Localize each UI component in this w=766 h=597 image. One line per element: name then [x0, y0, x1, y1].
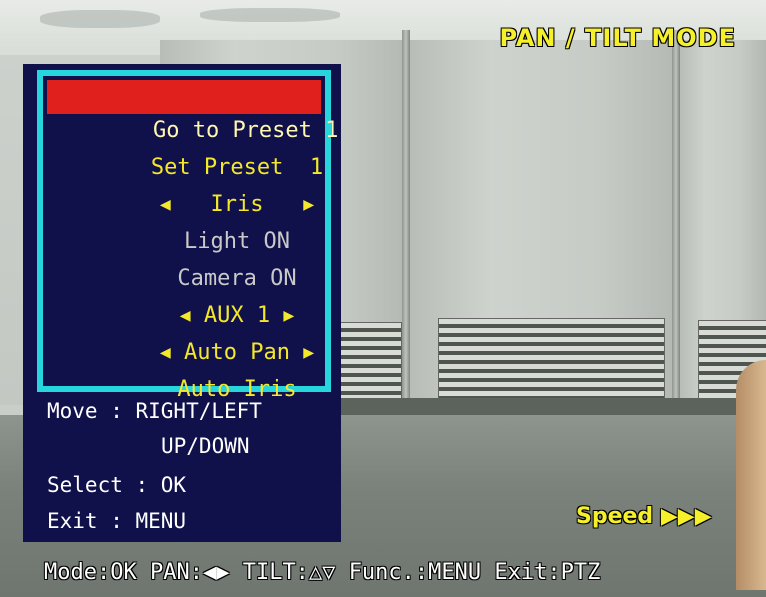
menu-item-camera[interactable]: Camera ON — [43, 228, 325, 291]
door-edge — [736, 360, 766, 590]
ceiling-light — [40, 10, 160, 28]
camera-view: PAN / TILT MODE Go to Preset 1 Set Prese… — [0, 0, 766, 597]
wall-vent — [438, 318, 665, 400]
menu-item-aux[interactable]: ◀ AUX 1 ▶ — [43, 265, 325, 328]
menu-item-set-preset[interactable]: Set Preset 1 — [43, 117, 325, 180]
ceiling-light — [200, 8, 340, 22]
menu-item-iris[interactable]: ◀ Iris ▶ — [43, 154, 325, 217]
partition-post — [672, 30, 680, 420]
status-bar: Mode:OK PAN:◀▶ TILT:△▽ Func.:MENU Exit:P… — [44, 560, 600, 585]
tilt-arrows-icon: △▽ — [308, 560, 336, 585]
speed-arrows-icon: ▶▶▶ — [660, 504, 712, 529]
partition-post — [402, 30, 410, 420]
status-func: Func.:MENU — [348, 560, 482, 585]
menu-item-go-to-preset[interactable]: Go to Preset 1 — [47, 80, 338, 143]
help-move: Move : RIGHT/LEFT — [47, 399, 262, 423]
status-exit: Exit:PTZ — [494, 560, 601, 585]
ptz-menu-panel: Go to Preset 1 Set Preset 1 ◀ Iris ▶ Lig… — [23, 64, 341, 542]
wall-vent — [340, 322, 402, 404]
help-exit: Exit : MENU — [47, 509, 187, 533]
mode-title: PAN / TILT MODE — [499, 24, 736, 52]
menu-item-light[interactable]: Light ON — [43, 191, 325, 254]
help-select: Select : OK — [47, 473, 187, 497]
menu-frame: Go to Preset 1 Set Preset 1 ◀ Iris ▶ Lig… — [37, 70, 338, 402]
status-tilt-label: TILT: — [242, 560, 309, 585]
menu-item-auto-iris[interactable]: Auto Iris — [43, 339, 325, 402]
help-move-updown: UP/DOWN — [161, 434, 250, 458]
menu-item-auto-pan[interactable]: ◀ Auto Pan ▶ — [43, 302, 325, 365]
status-mode: Mode:OK — [44, 560, 137, 585]
speed-indicator: Speed ▶▶▶ — [576, 504, 712, 529]
speed-label: Speed — [576, 504, 654, 529]
pan-arrows-icon: ◀▶ — [202, 560, 230, 585]
status-pan-label: PAN: — [149, 560, 203, 585]
